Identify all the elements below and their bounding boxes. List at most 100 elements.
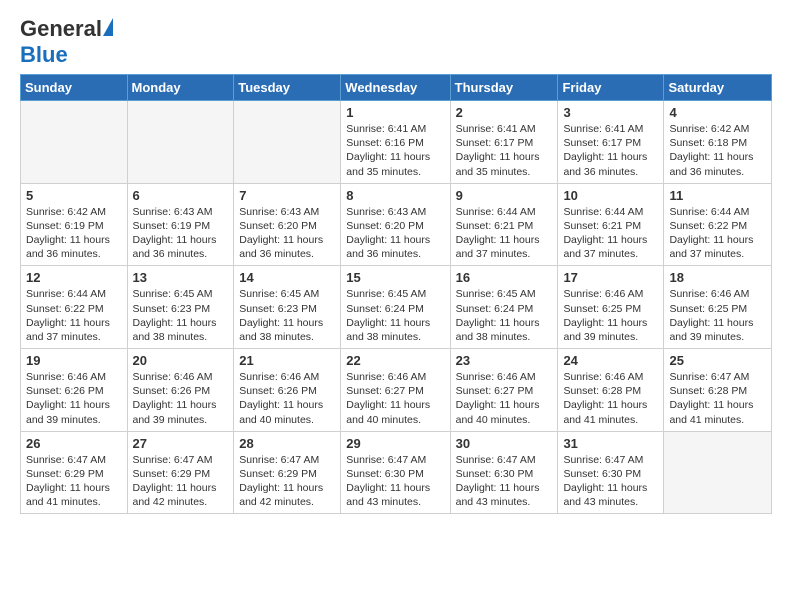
calendar-cell bbox=[664, 431, 772, 514]
weekday-header-saturday: Saturday bbox=[664, 75, 772, 101]
weekday-header-monday: Monday bbox=[127, 75, 234, 101]
calendar-cell: 11 Sunrise: 6:44 AM Sunset: 6:22 PM Dayli… bbox=[664, 183, 772, 266]
calendar-cell: 1 Sunrise: 6:41 AM Sunset: 6:16 PM Daylig… bbox=[341, 101, 450, 184]
day-number: 14 bbox=[239, 270, 335, 285]
day-number: 5 bbox=[26, 188, 122, 203]
day-info: Sunrise: 6:46 AM Sunset: 6:28 PM Dayligh… bbox=[563, 370, 658, 427]
calendar-cell: 16 Sunrise: 6:45 AM Sunset: 6:24 PM Dayli… bbox=[450, 266, 558, 349]
day-info: Sunrise: 6:42 AM Sunset: 6:19 PM Dayligh… bbox=[26, 205, 122, 262]
header: General Blue bbox=[20, 16, 772, 68]
day-number: 2 bbox=[456, 105, 553, 120]
day-info: Sunrise: 6:47 AM Sunset: 6:29 PM Dayligh… bbox=[239, 453, 335, 510]
day-info: Sunrise: 6:44 AM Sunset: 6:21 PM Dayligh… bbox=[563, 205, 658, 262]
day-number: 26 bbox=[26, 436, 122, 451]
logo-general-text: General bbox=[20, 16, 102, 42]
day-number: 24 bbox=[563, 353, 658, 368]
day-number: 7 bbox=[239, 188, 335, 203]
day-number: 4 bbox=[669, 105, 766, 120]
day-info: Sunrise: 6:44 AM Sunset: 6:22 PM Dayligh… bbox=[26, 287, 122, 344]
calendar-cell: 14 Sunrise: 6:45 AM Sunset: 6:23 PM Dayli… bbox=[234, 266, 341, 349]
calendar-cell: 18Sunrise: 6:46 AM Sunset: 6:25 PM Dayli… bbox=[664, 266, 772, 349]
day-info: Sunrise: 6:47 AM Sunset: 6:30 PM Dayligh… bbox=[346, 453, 444, 510]
calendar-cell bbox=[127, 101, 234, 184]
day-info: Sunrise: 6:47 AM Sunset: 6:30 PM Dayligh… bbox=[563, 453, 658, 510]
day-number: 10 bbox=[563, 188, 658, 203]
day-info: Sunrise: 6:45 AM Sunset: 6:24 PM Dayligh… bbox=[346, 287, 444, 344]
week-row-4: 19 Sunrise: 6:46 AM Sunset: 6:26 PM Dayli… bbox=[21, 349, 772, 432]
day-info: Sunrise: 6:46 AM Sunset: 6:26 PM Dayligh… bbox=[133, 370, 229, 427]
day-number: 25 bbox=[669, 353, 766, 368]
day-number: 8 bbox=[346, 188, 444, 203]
calendar-cell: 4 Sunrise: 6:42 AM Sunset: 6:18 PM Daylig… bbox=[664, 101, 772, 184]
day-info: Sunrise: 6:43 AM Sunset: 6:20 PM Dayligh… bbox=[239, 205, 335, 262]
calendar-cell: 9 Sunrise: 6:44 AM Sunset: 6:21 PM Daylig… bbox=[450, 183, 558, 266]
day-number: 31 bbox=[563, 436, 658, 451]
day-number: 13 bbox=[133, 270, 229, 285]
weekday-header-tuesday: Tuesday bbox=[234, 75, 341, 101]
day-number: 6 bbox=[133, 188, 229, 203]
day-number: 21 bbox=[239, 353, 335, 368]
calendar-cell: 8 Sunrise: 6:43 AM Sunset: 6:20 PM Daylig… bbox=[341, 183, 450, 266]
calendar-cell: 20Sunrise: 6:46 AM Sunset: 6:26 PM Dayli… bbox=[127, 349, 234, 432]
day-number: 19 bbox=[26, 353, 122, 368]
day-info: Sunrise: 6:42 AM Sunset: 6:18 PM Dayligh… bbox=[669, 122, 766, 179]
weekday-header-friday: Friday bbox=[558, 75, 664, 101]
calendar-cell: 24 Sunrise: 6:46 AM Sunset: 6:28 PM Dayli… bbox=[558, 349, 664, 432]
calendar-cell: 12Sunrise: 6:44 AM Sunset: 6:22 PM Dayli… bbox=[21, 266, 128, 349]
day-number: 30 bbox=[456, 436, 553, 451]
day-info: Sunrise: 6:41 AM Sunset: 6:17 PM Dayligh… bbox=[563, 122, 658, 179]
weekday-header-thursday: Thursday bbox=[450, 75, 558, 101]
day-info: Sunrise: 6:46 AM Sunset: 6:27 PM Dayligh… bbox=[456, 370, 553, 427]
weekday-header-sunday: Sunday bbox=[21, 75, 128, 101]
calendar-cell: 21 Sunrise: 6:46 AM Sunset: 6:26 PM Dayli… bbox=[234, 349, 341, 432]
day-number: 9 bbox=[456, 188, 553, 203]
day-number: 22 bbox=[346, 353, 444, 368]
calendar-cell: 13 Sunrise: 6:45 AM Sunset: 6:23 PM Dayli… bbox=[127, 266, 234, 349]
day-number: 16 bbox=[456, 270, 553, 285]
day-info: Sunrise: 6:47 AM Sunset: 6:30 PM Dayligh… bbox=[456, 453, 553, 510]
day-info: Sunrise: 6:46 AM Sunset: 6:27 PM Dayligh… bbox=[346, 370, 444, 427]
day-info: Sunrise: 6:43 AM Sunset: 6:19 PM Dayligh… bbox=[133, 205, 229, 262]
weekday-header-row: SundayMondayTuesdayWednesdayThursdayFrid… bbox=[21, 75, 772, 101]
day-info: Sunrise: 6:46 AM Sunset: 6:25 PM Dayligh… bbox=[563, 287, 658, 344]
calendar-cell bbox=[234, 101, 341, 184]
calendar-cell: 2 Sunrise: 6:41 AM Sunset: 6:17 PM Daylig… bbox=[450, 101, 558, 184]
calendar-cell: 10 Sunrise: 6:44 AM Sunset: 6:21 PM Dayli… bbox=[558, 183, 664, 266]
calendar-cell: 25 Sunrise: 6:47 AM Sunset: 6:28 PM Dayli… bbox=[664, 349, 772, 432]
calendar-cell: 15 Sunrise: 6:45 AM Sunset: 6:24 PM Dayli… bbox=[341, 266, 450, 349]
day-info: Sunrise: 6:47 AM Sunset: 6:29 PM Dayligh… bbox=[26, 453, 122, 510]
calendar-cell: 3Sunrise: 6:41 AM Sunset: 6:17 PM Daylig… bbox=[558, 101, 664, 184]
day-number: 17 bbox=[563, 270, 658, 285]
calendar-cell: 29 Sunrise: 6:47 AM Sunset: 6:30 PM Dayli… bbox=[341, 431, 450, 514]
week-row-3: 12Sunrise: 6:44 AM Sunset: 6:22 PM Dayli… bbox=[21, 266, 772, 349]
day-info: Sunrise: 6:45 AM Sunset: 6:23 PM Dayligh… bbox=[133, 287, 229, 344]
calendar-cell: 23 Sunrise: 6:46 AM Sunset: 6:27 PM Dayli… bbox=[450, 349, 558, 432]
logo: General Blue bbox=[20, 16, 113, 68]
day-info: Sunrise: 6:47 AM Sunset: 6:28 PM Dayligh… bbox=[669, 370, 766, 427]
day-info: Sunrise: 6:41 AM Sunset: 6:17 PM Dayligh… bbox=[456, 122, 553, 179]
day-info: Sunrise: 6:41 AM Sunset: 6:16 PM Dayligh… bbox=[346, 122, 444, 179]
day-number: 27 bbox=[133, 436, 229, 451]
day-number: 28 bbox=[239, 436, 335, 451]
week-row-2: 5 Sunrise: 6:42 AM Sunset: 6:19 PM Daylig… bbox=[21, 183, 772, 266]
week-row-5: 26 Sunrise: 6:47 AM Sunset: 6:29 PM Dayli… bbox=[21, 431, 772, 514]
calendar-cell: 28 Sunrise: 6:47 AM Sunset: 6:29 PM Dayli… bbox=[234, 431, 341, 514]
page: General Blue SundayMondayTuesdayWednesda… bbox=[0, 0, 792, 524]
day-info: Sunrise: 6:46 AM Sunset: 6:26 PM Dayligh… bbox=[239, 370, 335, 427]
day-info: Sunrise: 6:44 AM Sunset: 6:22 PM Dayligh… bbox=[669, 205, 766, 262]
day-number: 29 bbox=[346, 436, 444, 451]
week-row-1: 1 Sunrise: 6:41 AM Sunset: 6:16 PM Daylig… bbox=[21, 101, 772, 184]
day-info: Sunrise: 6:46 AM Sunset: 6:26 PM Dayligh… bbox=[26, 370, 122, 427]
day-info: Sunrise: 6:45 AM Sunset: 6:24 PM Dayligh… bbox=[456, 287, 553, 344]
calendar-cell: 6 Sunrise: 6:43 AM Sunset: 6:19 PM Daylig… bbox=[127, 183, 234, 266]
day-number: 1 bbox=[346, 105, 444, 120]
day-info: Sunrise: 6:46 AM Sunset: 6:25 PM Dayligh… bbox=[669, 287, 766, 344]
day-number: 15 bbox=[346, 270, 444, 285]
calendar-cell: 5 Sunrise: 6:42 AM Sunset: 6:19 PM Daylig… bbox=[21, 183, 128, 266]
day-info: Sunrise: 6:44 AM Sunset: 6:21 PM Dayligh… bbox=[456, 205, 553, 262]
day-number: 11 bbox=[669, 188, 766, 203]
day-info: Sunrise: 6:43 AM Sunset: 6:20 PM Dayligh… bbox=[346, 205, 444, 262]
calendar-cell: 27Sunrise: 6:47 AM Sunset: 6:29 PM Dayli… bbox=[127, 431, 234, 514]
day-number: 23 bbox=[456, 353, 553, 368]
day-info: Sunrise: 6:45 AM Sunset: 6:23 PM Dayligh… bbox=[239, 287, 335, 344]
